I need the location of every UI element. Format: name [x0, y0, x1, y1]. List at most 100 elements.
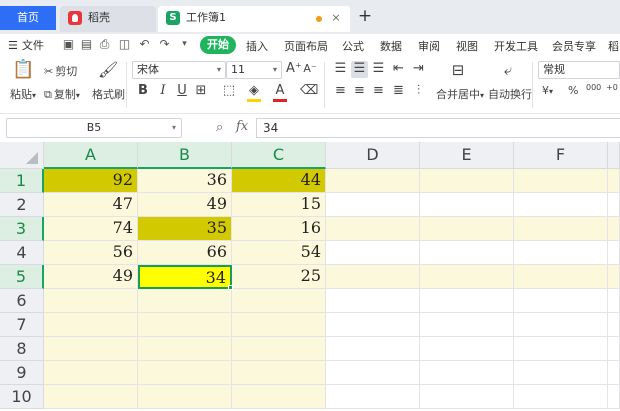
column-header-a[interactable]: A — [44, 142, 138, 169]
row-header-4[interactable]: 4 — [0, 241, 44, 265]
cell-g2[interactable] — [608, 193, 620, 217]
font-color-button[interactable]: A — [273, 83, 287, 102]
align-middle-icon[interactable]: ☰ — [352, 61, 367, 77]
cell-d9[interactable] — [326, 361, 420, 385]
cell-b6[interactable] — [138, 289, 232, 313]
cell-a7[interactable] — [44, 313, 138, 337]
align-left-icon[interactable]: ≡ — [333, 83, 348, 99]
cell-f2[interactable] — [514, 193, 608, 217]
cell-d6[interactable] — [326, 289, 420, 313]
wrap-text-button[interactable]: 自动换行 — [488, 86, 532, 102]
cell-c4[interactable]: 54 — [232, 241, 326, 265]
cell-d7[interactable] — [326, 313, 420, 337]
cell-f1[interactable] — [514, 169, 608, 193]
zoom-search-icon[interactable]: ⌕ — [216, 120, 223, 135]
fx-icon[interactable]: fx — [236, 119, 248, 134]
number-format-select[interactable]: 常规 — [538, 61, 620, 79]
column-header-e[interactable]: E — [420, 142, 514, 169]
menu-formulas[interactable]: 公式 — [342, 38, 364, 54]
thousands-separator-button[interactable]: 000 — [586, 83, 601, 92]
cell-d2[interactable] — [326, 193, 420, 217]
menu-docer-more[interactable]: 稻 — [608, 38, 619, 54]
fill-pattern-icon[interactable]: ⬚ — [222, 83, 236, 99]
cell-d5[interactable] — [326, 265, 420, 289]
cell-g10[interactable] — [608, 385, 620, 409]
cell-b7[interactable] — [138, 313, 232, 337]
cell-e7[interactable] — [420, 313, 514, 337]
cell-f4[interactable] — [514, 241, 608, 265]
cell-e8[interactable] — [420, 337, 514, 361]
menu-insert[interactable]: 插入 — [246, 38, 268, 54]
justify-icon[interactable]: ≣ — [391, 83, 406, 99]
paste-icon[interactable]: 📋 — [12, 61, 34, 84]
align-center-icon[interactable]: ≡ — [352, 83, 367, 99]
row-header-6[interactable]: 6 — [0, 289, 44, 313]
format-painter-icon[interactable]: 🖌 — [98, 62, 118, 80]
cell-a9[interactable] — [44, 361, 138, 385]
currency-button[interactable]: ¥▾ — [542, 84, 553, 97]
cell-a8[interactable] — [44, 337, 138, 361]
close-tab-icon[interactable]: × — [328, 6, 344, 30]
cell-a3[interactable]: 74 — [44, 217, 138, 241]
cell-d4[interactable] — [326, 241, 420, 265]
cell-f5[interactable] — [514, 265, 608, 289]
grow-font-button[interactable]: A⁺ — [286, 61, 302, 77]
cell-c7[interactable] — [232, 313, 326, 337]
cell-e3[interactable] — [420, 217, 514, 241]
cell-b3[interactable]: 35 — [138, 217, 232, 241]
column-header-d[interactable]: D — [326, 142, 420, 169]
menu-start[interactable]: 开始 — [200, 36, 236, 54]
row-header-1[interactable]: 1 — [0, 169, 44, 193]
menu-view[interactable]: 视图 — [456, 38, 478, 54]
cell-a6[interactable] — [44, 289, 138, 313]
row-header-2[interactable]: 2 — [0, 193, 44, 217]
cell-e2[interactable] — [420, 193, 514, 217]
menu-developer[interactable]: 开发工具 — [494, 38, 538, 54]
underline-button[interactable]: U — [175, 83, 189, 99]
paste-button[interactable]: 粘贴▾ — [10, 86, 36, 102]
cell-e6[interactable] — [420, 289, 514, 313]
name-box[interactable]: B5 ▾ — [6, 118, 182, 138]
wrap-text-icon[interactable]: ⤶ — [498, 62, 518, 78]
cell-a2[interactable]: 47 — [44, 193, 138, 217]
cell-a5[interactable]: 49 — [44, 265, 138, 289]
cell-b10[interactable] — [138, 385, 232, 409]
merge-center-button[interactable]: 合并居中▾ — [436, 86, 484, 102]
copy-button[interactable]: ⧉ 复制▾ — [44, 86, 80, 102]
cell-b4[interactable]: 66 — [138, 241, 232, 265]
align-right-icon[interactable]: ≡ — [371, 83, 386, 99]
cell-f9[interactable] — [514, 361, 608, 385]
cell-a10[interactable] — [44, 385, 138, 409]
cell-c9[interactable] — [232, 361, 326, 385]
eraser-icon[interactable]: ⌫ — [300, 83, 318, 99]
cell-e10[interactable] — [420, 385, 514, 409]
bold-button[interactable]: B — [136, 83, 150, 99]
cell-c3[interactable]: 16 — [232, 217, 326, 241]
tab-workbook[interactable]: S 工作簿1 × — [158, 6, 350, 32]
italic-button[interactable]: I — [156, 83, 170, 99]
font-name-select[interactable]: 宋体 ▾ — [132, 61, 226, 79]
cell-f6[interactable] — [514, 289, 608, 313]
row-header-9[interactable]: 9 — [0, 361, 44, 385]
cell-c2[interactable]: 15 — [232, 193, 326, 217]
cell-b1[interactable]: 36 — [138, 169, 232, 193]
cell-b2[interactable]: 49 — [138, 193, 232, 217]
cell-e1[interactable] — [420, 169, 514, 193]
cell-g7[interactable] — [608, 313, 620, 337]
borders-icon[interactable]: ⊞ — [194, 83, 208, 99]
format-painter-button[interactable]: 格式刷 — [92, 86, 125, 102]
fill-color-icon[interactable]: ◈ — [247, 83, 261, 102]
column-header-c[interactable]: C — [232, 142, 326, 169]
cell-g9[interactable] — [608, 361, 620, 385]
cell-e5[interactable] — [420, 265, 514, 289]
select-all-corner[interactable] — [0, 142, 44, 169]
cell-e4[interactable] — [420, 241, 514, 265]
percent-button[interactable]: % — [568, 84, 578, 97]
row-header-8[interactable]: 8 — [0, 337, 44, 361]
cell-g1[interactable] — [608, 169, 620, 193]
print-preview-icon[interactable]: ◫ — [118, 38, 131, 51]
cell-c1[interactable]: 44 — [232, 169, 326, 193]
cell-e9[interactable] — [420, 361, 514, 385]
row-header-5[interactable]: 5 — [0, 265, 44, 289]
cut-button[interactable]: ✂ 剪切 — [44, 63, 77, 79]
